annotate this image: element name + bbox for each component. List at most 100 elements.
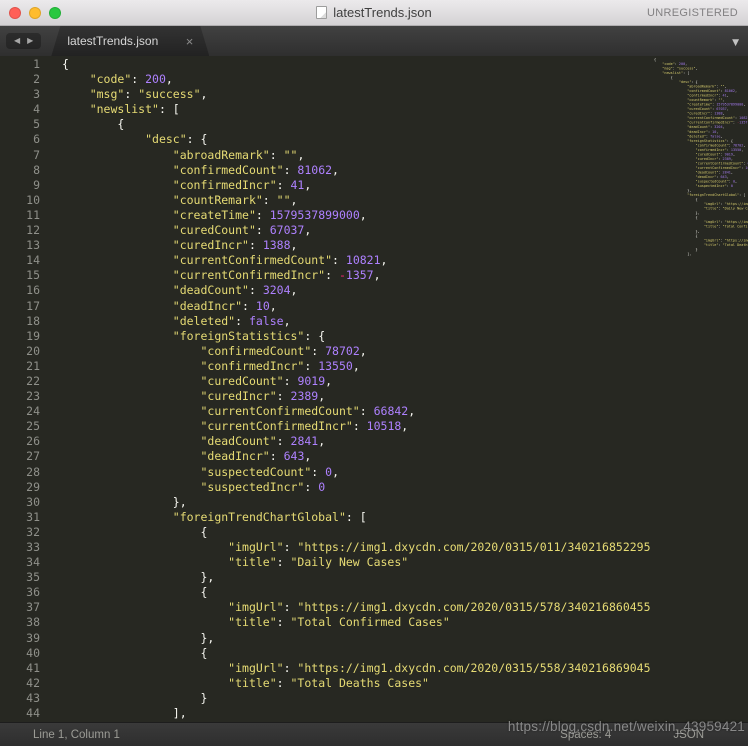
- tab-latesttrends-json[interactable]: latestTrends.json ×: [51, 26, 209, 56]
- code-line: "suspectedIncr": 0: [62, 480, 652, 495]
- line-number: 29: [0, 480, 40, 495]
- code-editor[interactable]: { "code": 200, "msg": "success", "newsli…: [48, 56, 652, 722]
- code-line: "currentConfirmedCount": 66842,: [62, 404, 652, 419]
- code-line: "deadIncr": 10,: [62, 299, 652, 314]
- editor-area: 1234567891011121314151617181920212223242…: [0, 56, 748, 722]
- code-line: ],: [62, 706, 652, 721]
- status-bar: Line 1, Column 1 Spaces: 4 JSON: [0, 722, 748, 746]
- line-number: 30: [0, 495, 40, 510]
- window-title-area: latestTrends.json: [0, 0, 748, 25]
- code-line: "code": 200,: [62, 72, 652, 87]
- line-number: 15: [0, 268, 40, 283]
- code-line: {: [62, 525, 652, 540]
- code-line: "foreignStatistics": {: [62, 329, 652, 344]
- code-line: "countRemark": "",: [62, 193, 652, 208]
- line-number: 27: [0, 449, 40, 464]
- code-line: ],: [654, 252, 748, 257]
- line-number: 39: [0, 631, 40, 646]
- syntax-setting-button[interactable]: JSON: [673, 729, 704, 741]
- line-number: 31: [0, 510, 40, 525]
- close-window-button[interactable]: [9, 7, 21, 19]
- indent-setting-button[interactable]: Spaces: 4: [560, 729, 611, 741]
- code-line: },: [62, 570, 652, 585]
- line-number: 21: [0, 359, 40, 374]
- code-line: "confirmedCount": 81062,: [62, 163, 652, 178]
- code-line: "deadCount": 3204,: [62, 283, 652, 298]
- minimize-window-button[interactable]: [29, 7, 41, 19]
- tab-label: latestTrends.json: [67, 34, 158, 48]
- code-line: "curedCount": 67037,: [62, 223, 652, 238]
- code-line: "deadCount": 2841,: [62, 434, 652, 449]
- line-number: 4: [0, 102, 40, 117]
- line-number: 3: [0, 87, 40, 102]
- line-number: 8: [0, 163, 40, 178]
- line-number: 28: [0, 465, 40, 480]
- code-line: "curedIncr": 2389,: [62, 389, 652, 404]
- code-line: "newslist": [: [62, 102, 652, 117]
- line-number: 42: [0, 676, 40, 691]
- tab-overflow-menu-icon[interactable]: ▼: [732, 38, 739, 48]
- line-number: 10: [0, 193, 40, 208]
- line-number: 32: [0, 525, 40, 540]
- line-number: 2: [0, 72, 40, 87]
- code-line: {: [62, 57, 652, 72]
- tab-close-icon[interactable]: ×: [186, 35, 194, 48]
- code-line: "imgUrl": "https://img1.dxycdn.com/2020/…: [62, 600, 652, 615]
- document-icon: [316, 6, 327, 19]
- code-line: "desc": {: [62, 132, 652, 147]
- line-number: 9: [0, 178, 40, 193]
- line-number: 41: [0, 661, 40, 676]
- line-number: 36: [0, 585, 40, 600]
- line-number: 26: [0, 434, 40, 449]
- line-number: 22: [0, 374, 40, 389]
- code-line: "currentConfirmedIncr": 10518,: [62, 419, 652, 434]
- code-line: "imgUrl": "https://img1.dxycdn.com/2020/…: [62, 540, 652, 555]
- back-icon[interactable]: ◀: [14, 36, 20, 46]
- code-line: {: [62, 117, 652, 132]
- code-line: "imgUrl": "https://img1.dxycdn.com/2020/…: [62, 661, 652, 676]
- code-line: "abroadRemark": "",: [62, 148, 652, 163]
- line-number: 34: [0, 555, 40, 570]
- line-number: 12: [0, 223, 40, 238]
- code-line: "curedCount": 9019,: [62, 374, 652, 389]
- code-line: "msg": "success",: [62, 87, 652, 102]
- code-line: "currentConfirmedCount": 10821,: [62, 253, 652, 268]
- code-line: "title": "Total Confirmed Cases": [62, 615, 652, 630]
- code-line: "currentConfirmedIncr": -1357,: [62, 268, 652, 283]
- minimap[interactable]: { "code": 200, "msg": "success", "newsli…: [652, 56, 748, 722]
- zoom-window-button[interactable]: [49, 7, 61, 19]
- line-number: 11: [0, 208, 40, 223]
- line-number: 14: [0, 253, 40, 268]
- line-number: 44: [0, 706, 40, 721]
- line-number: 23: [0, 389, 40, 404]
- line-number: 33: [0, 540, 40, 555]
- tab-nav-buttons: ◀ ▶: [6, 33, 41, 49]
- line-number: 17: [0, 299, 40, 314]
- line-number: 18: [0, 314, 40, 329]
- code-line: "suspectedCount": 0,: [62, 465, 652, 480]
- line-number: 20: [0, 344, 40, 359]
- line-number: 16: [0, 283, 40, 298]
- line-number: 6: [0, 132, 40, 147]
- status-right: Spaces: 4 JSON: [560, 729, 748, 741]
- unregistered-label: UNREGISTERED: [647, 0, 738, 25]
- line-number: 43: [0, 691, 40, 706]
- minimap-content: { "code": 200, "msg": "success", "newsli…: [654, 57, 748, 256]
- code-line: },: [62, 495, 652, 510]
- line-number: 13: [0, 238, 40, 253]
- code-line: "foreignTrendChartGlobal": [: [62, 510, 652, 525]
- forward-icon[interactable]: ▶: [27, 36, 33, 46]
- window-title: latestTrends.json: [333, 5, 432, 20]
- code-line: "confirmedIncr": 13550,: [62, 359, 652, 374]
- line-number: 25: [0, 419, 40, 434]
- line-number: 37: [0, 600, 40, 615]
- code-line: {: [62, 585, 652, 600]
- line-number: 7: [0, 148, 40, 163]
- code-line: "confirmedIncr": 41,: [62, 178, 652, 193]
- code-line: "title": "Daily New Cases": [62, 555, 652, 570]
- line-number: 19: [0, 329, 40, 344]
- line-numbers: 1234567891011121314151617181920212223242…: [0, 56, 48, 722]
- line-number: 24: [0, 404, 40, 419]
- line-number: 35: [0, 570, 40, 585]
- tab-bar: ◀ ▶ latestTrends.json × ▼: [0, 26, 748, 56]
